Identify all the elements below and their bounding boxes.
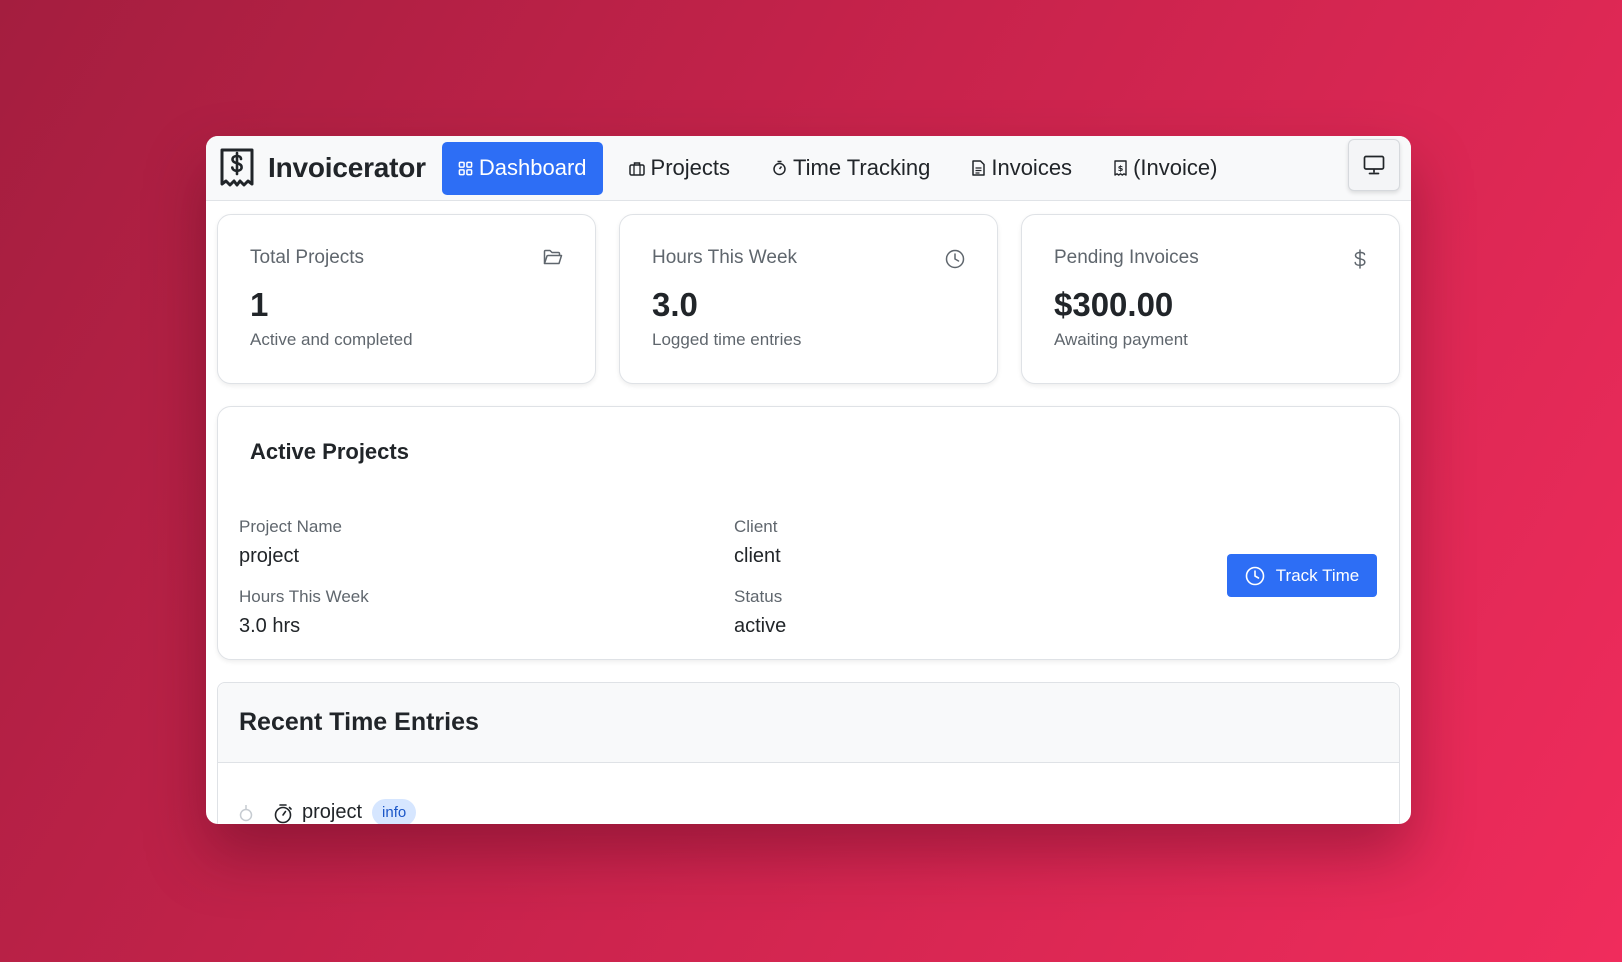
nav-time-tracking-label: Time Tracking — [793, 155, 931, 180]
folder-open-icon — [543, 249, 563, 265]
stat-value: 1 — [250, 286, 269, 323]
stat-title: Total Projects — [250, 247, 365, 268]
nav-time-tracking[interactable]: Time Tracking — [756, 142, 946, 195]
stat-subtitle: Active and completed — [250, 330, 413, 349]
dollar-icon — [1354, 249, 1366, 269]
entry-project-name: project — [302, 801, 363, 823]
navbar: Invoicerator Dashboard Projects Time Tra… — [206, 136, 1411, 201]
nav-invoices-label: Invoices — [991, 155, 1073, 180]
clock-icon — [1245, 566, 1265, 585]
stopwatch-icon — [274, 803, 292, 823]
hours-value: 3.0 hrs — [239, 615, 301, 637]
nav-dashboard[interactable]: Dashboard — [441, 141, 603, 195]
status-label: Status — [734, 587, 783, 606]
invoice-dollar-icon: $ — [1114, 160, 1127, 176]
main-content: Total Projects 1 Active and completed Ho… — [206, 201, 1411, 824]
svg-text:$: $ — [1118, 164, 1124, 173]
project-name-label: Project Name — [239, 517, 342, 536]
stat-subtitle: Logged time entries — [652, 330, 802, 349]
nav-projects[interactable]: Projects — [613, 142, 746, 195]
nav-dashboard-label: Dashboard — [478, 155, 587, 180]
app-window: Invoicerator Dashboard Projects Time Tra… — [206, 136, 1411, 824]
client-label: Client — [734, 517, 778, 536]
time-entry-row[interactable]: project info — [218, 763, 1399, 824]
recent-entries-header: Recent Time Entries — [218, 683, 1399, 763]
client-value: client — [734, 545, 781, 567]
stopwatch-icon — [239, 804, 253, 821]
entry-info-badge: info — [372, 799, 417, 824]
display-toggle-button[interactable] — [1348, 139, 1400, 191]
brand[interactable]: Invoicerator — [220, 148, 426, 188]
nav-invoice-detail[interactable]: $ (Invoice) — [1098, 142, 1233, 195]
nav-projects-label: Projects — [650, 155, 731, 180]
stopwatch-icon — [773, 160, 786, 176]
stat-subtitle: Awaiting payment — [1054, 330, 1188, 349]
status-value: active — [734, 615, 787, 637]
stat-card-total-projects: Total Projects 1 Active and completed — [217, 214, 596, 384]
hours-label: Hours This Week — [239, 587, 369, 606]
active-projects-card: Active Projects Project Name project Cli… — [217, 406, 1400, 660]
stat-value: $300.00 — [1054, 286, 1174, 323]
stats-row: Total Projects 1 Active and completed Ho… — [217, 214, 1400, 384]
recent-time-entries-card: Recent Time Entries project info — [217, 682, 1400, 824]
project-name-value[interactable]: project — [239, 545, 342, 568]
monitor-icon — [1363, 155, 1385, 175]
stat-card-pending-invoices: Pending Invoices $300.00 Awaiting paymen… — [1021, 214, 1400, 384]
document-icon — [972, 160, 986, 176]
nav-invoices[interactable]: Invoices — [956, 142, 1088, 195]
app-name: Invoicerator — [268, 152, 426, 183]
track-time-button[interactable]: Track Time — [1227, 554, 1377, 597]
project-name-field: Project Name project — [239, 517, 342, 568]
hours-field: Hours This Week 3.0 hrs — [239, 587, 369, 638]
stat-card-hours-this-week: Hours This Week 3.0 Logged time entries — [619, 214, 998, 384]
stat-title: Pending Invoices — [1054, 247, 1199, 268]
active-projects-title: Active Projects — [250, 439, 409, 464]
status-field: Status active — [734, 587, 786, 638]
clock-icon — [945, 249, 965, 269]
grid-icon — [458, 161, 473, 175]
recent-entries-title: Recent Time Entries — [239, 708, 479, 736]
invoice-logo-icon — [220, 148, 254, 187]
stat-value: 3.0 — [652, 286, 698, 323]
track-time-label: Track Time — [1275, 565, 1360, 585]
stat-title: Hours This Week — [652, 247, 798, 268]
briefcase-icon — [628, 161, 645, 176]
client-field: Client client — [734, 517, 781, 568]
nav-invoice-detail-label: (Invoice) — [1133, 155, 1218, 180]
